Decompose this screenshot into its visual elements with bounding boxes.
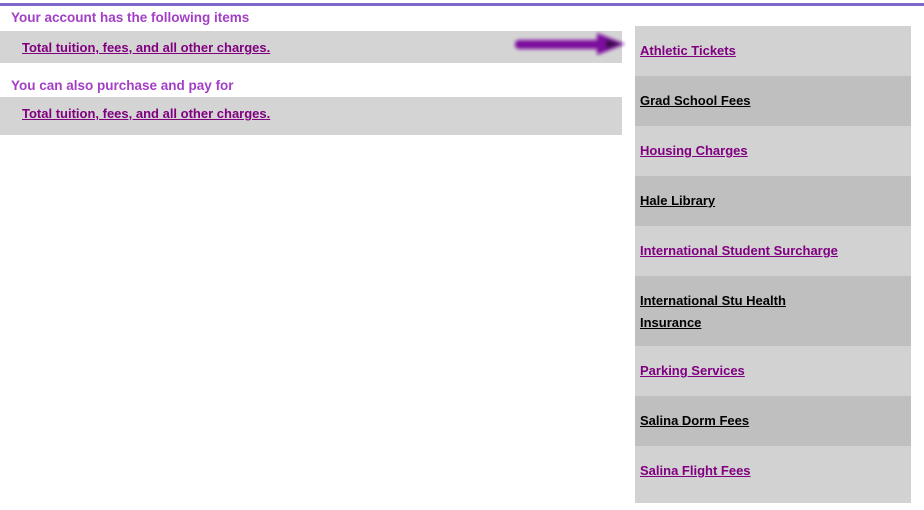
sidebar-link-label-line1[interactable]: International Stu Health: [640, 290, 911, 312]
sidebar-item-salina-dorm-fees[interactable]: Salina Dorm Fees: [635, 396, 911, 446]
total-tuition-charges-purchase-link[interactable]: Total tuition, fees, and all other charg…: [22, 106, 270, 121]
sidebar-item-athletic-tickets[interactable]: Athletic Tickets: [635, 26, 911, 76]
sidebar-link-label[interactable]: Parking Services: [640, 360, 911, 382]
sidebar-link-label[interactable]: Salina Dorm Fees: [640, 410, 911, 432]
sidebar-item-parking-services[interactable]: Parking Services: [635, 346, 911, 396]
sidebar-link-label[interactable]: Hale Library: [640, 190, 911, 212]
account-items-heading: Your account has the following items: [11, 10, 250, 25]
sidebar-link-label[interactable]: Housing Charges: [640, 140, 911, 162]
account-items-row: Total tuition, fees, and all other charg…: [0, 31, 622, 63]
sidebar-item-international-stu-health-insurance[interactable]: International Stu Health Insurance: [635, 276, 911, 346]
sidebar-link-label[interactable]: Salina Flight Fees: [640, 460, 911, 482]
purchase-items-row: Total tuition, fees, and all other charg…: [0, 97, 622, 135]
sidebar-link-label[interactable]: International Student Surcharge: [640, 240, 911, 262]
sidebar-link-label[interactable]: Athletic Tickets: [640, 40, 911, 62]
account-items-panel: Your account has the following items Tot…: [0, 10, 624, 135]
sidebar-link-label[interactable]: Grad School Fees: [640, 90, 911, 112]
sidebar-item-housing-charges[interactable]: Housing Charges: [635, 126, 911, 176]
sidebar-item-salina-flight-fees[interactable]: Salina Flight Fees: [635, 446, 911, 503]
sidebar-item-grad-school-fees[interactable]: Grad School Fees: [635, 76, 911, 126]
page-root: Your account has the following items Tot…: [0, 0, 924, 510]
purchase-and-pay-heading: You can also purchase and pay for: [11, 78, 234, 93]
top-divider-rule: [0, 3, 924, 6]
sidebar-item-international-student-surcharge[interactable]: International Student Surcharge: [635, 226, 911, 276]
total-tuition-charges-link[interactable]: Total tuition, fees, and all other charg…: [22, 40, 270, 55]
sidebar-link-label-line2[interactable]: Insurance: [640, 312, 911, 334]
payment-categories-sidebar: Athletic Tickets Grad School Fees Housin…: [635, 26, 911, 510]
sidebar-item-hale-library[interactable]: Hale Library: [635, 176, 911, 226]
